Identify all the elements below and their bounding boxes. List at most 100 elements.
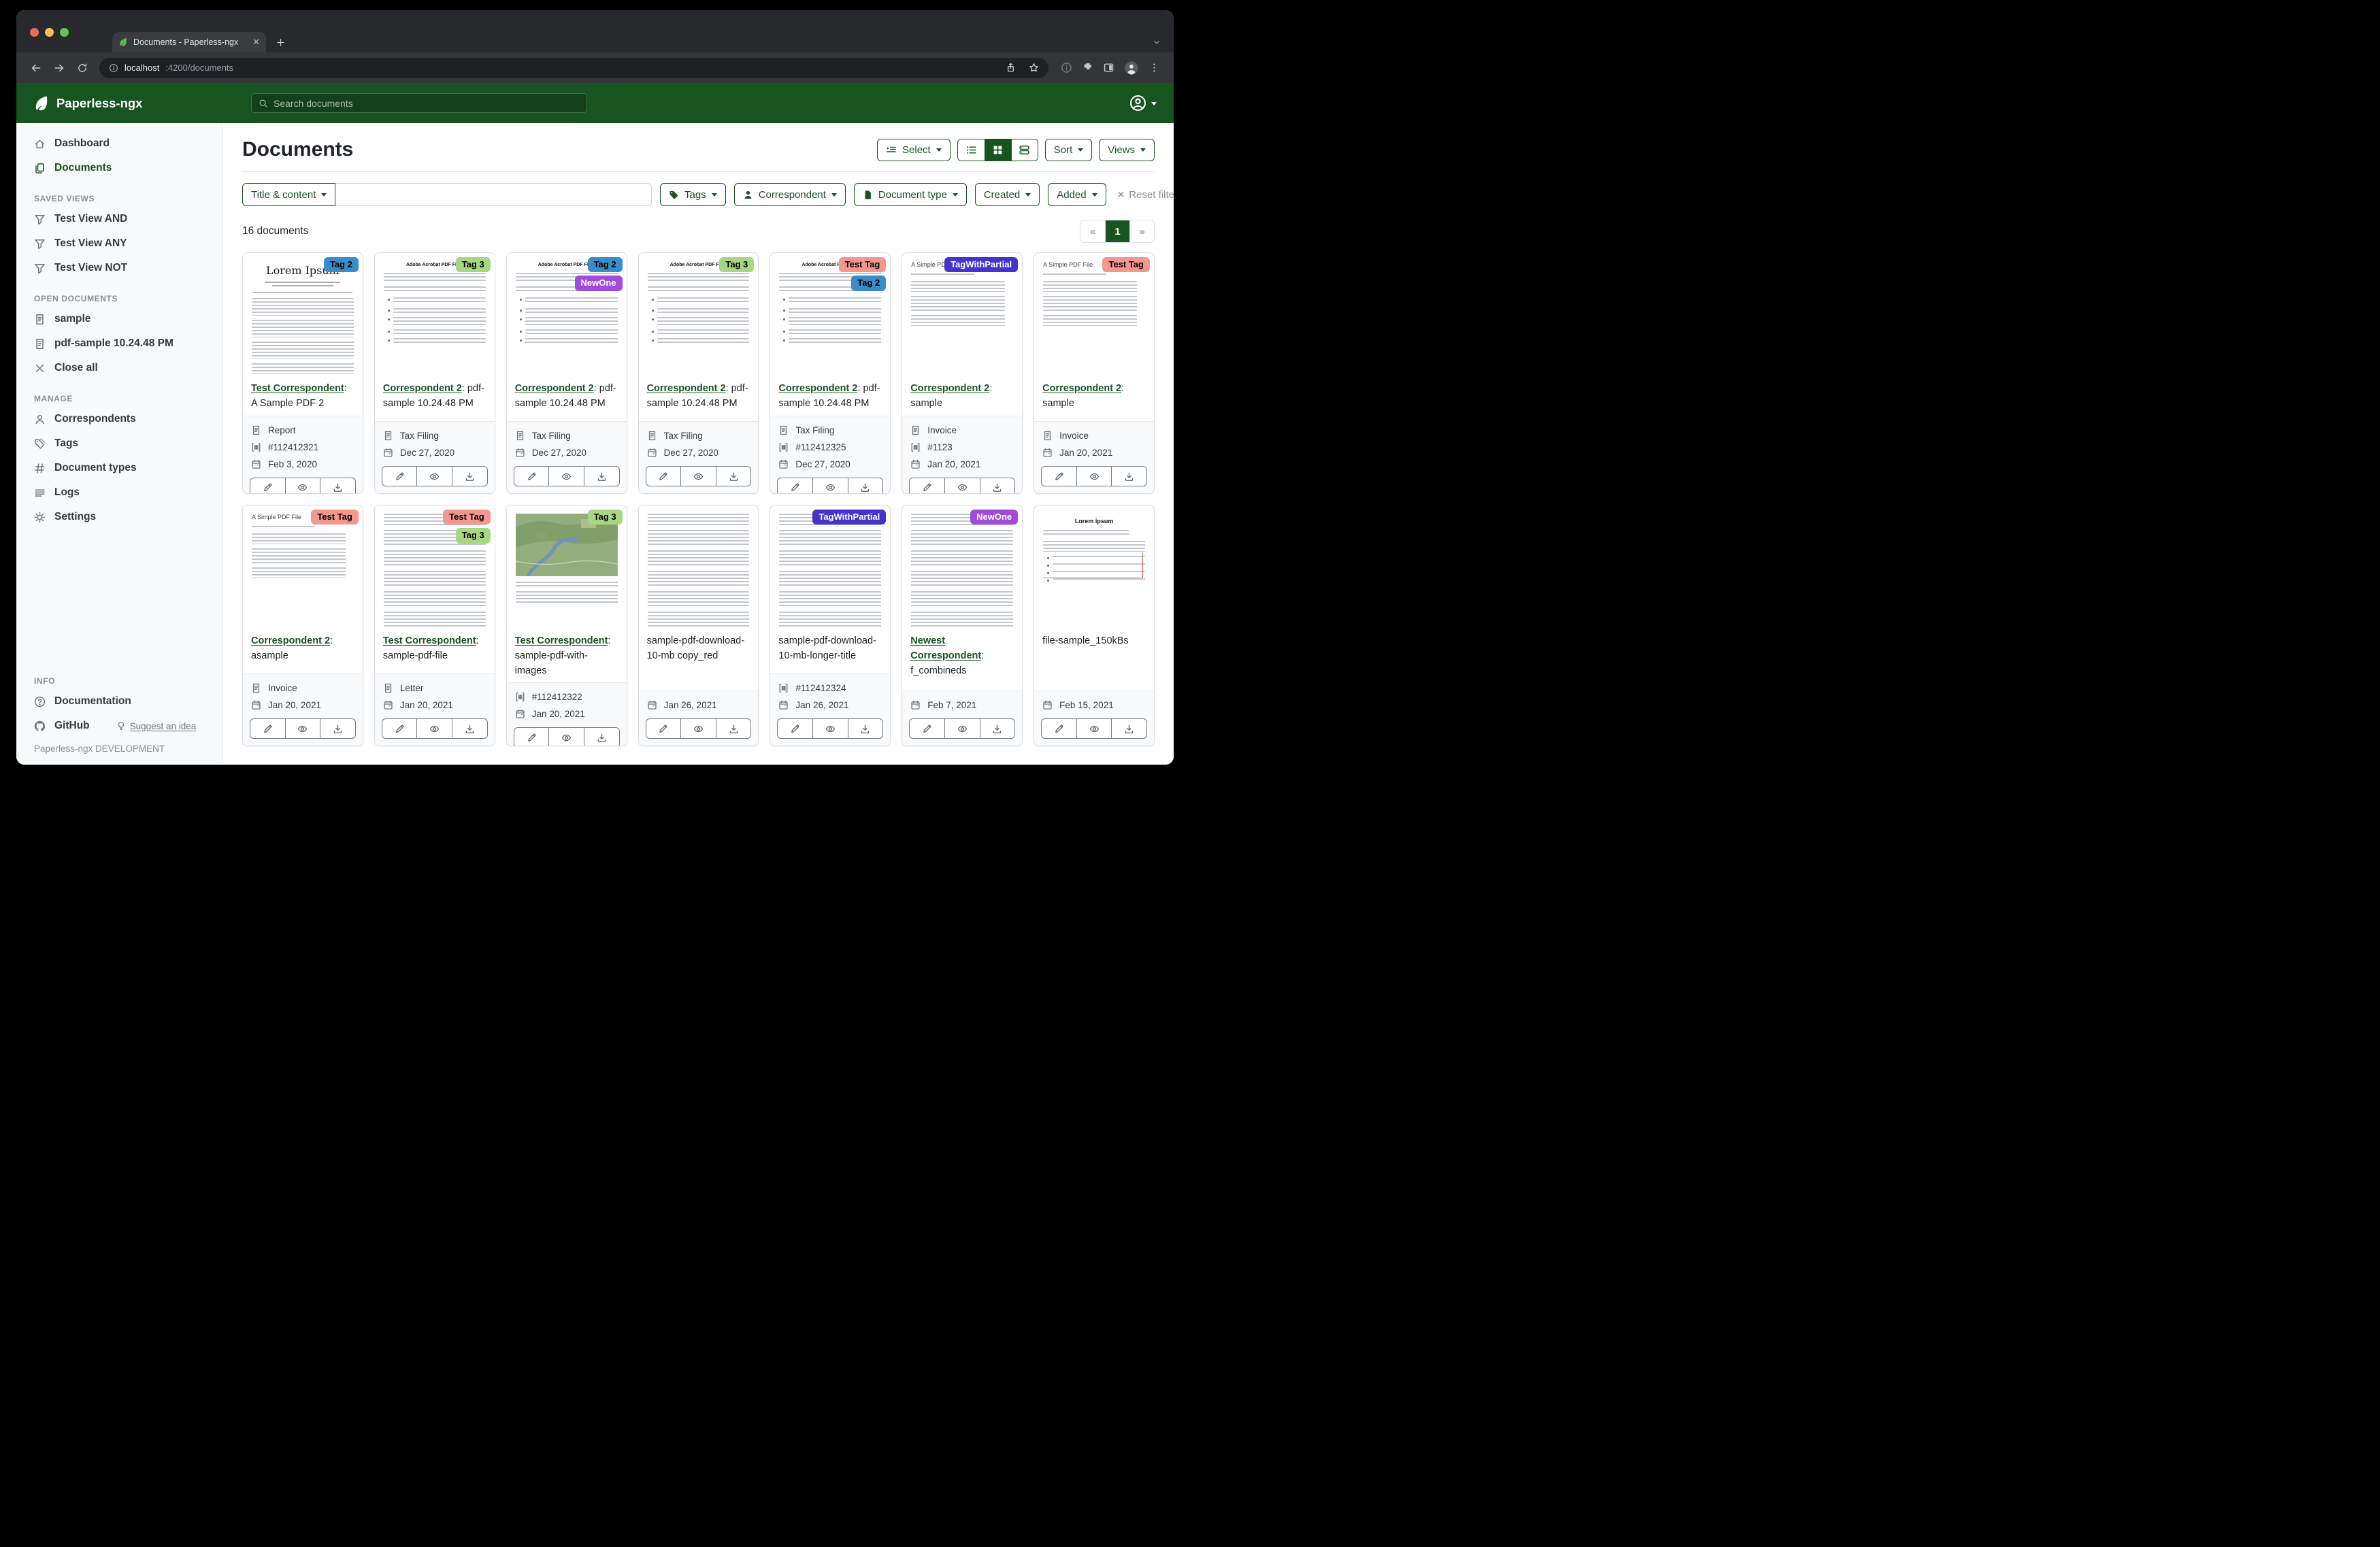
download-button[interactable] <box>452 719 487 738</box>
view-toggle-detail[interactable] <box>1011 139 1038 161</box>
preview-button[interactable] <box>1076 719 1112 738</box>
sidebar-item-pdf-sample-10-24-48-pm[interactable]: pdf-sample 10.24.48 PM <box>16 331 222 356</box>
download-button[interactable] <box>320 478 355 495</box>
tab-close-icon[interactable]: ✕ <box>252 37 260 48</box>
reload-button[interactable] <box>73 59 92 78</box>
browser-menu-icon[interactable] <box>1148 62 1160 73</box>
document-thumbnail[interactable]: Lorem ipsum <box>1034 505 1154 627</box>
document-thumbnail[interactable]: NewOne <box>902 505 1022 627</box>
sidebar-item-settings[interactable]: Settings <box>16 505 222 529</box>
search-input[interactable] <box>274 98 580 109</box>
bookmark-star-icon[interactable] <box>1029 63 1039 73</box>
document-card[interactable]: Adobe Acrobat PDF FilesTag 3Corresponden… <box>374 252 495 494</box>
user-menu[interactable] <box>1129 95 1157 112</box>
document-card[interactable]: Adobe Acrobat PDF FilesTest TagTag 2Corr… <box>770 252 891 494</box>
address-bar[interactable]: localhost :4200/documents <box>99 58 1048 78</box>
document-thumbnail[interactable]: Test TagTag 3 <box>375 505 495 627</box>
edit-button[interactable] <box>910 719 944 738</box>
preview-button[interactable] <box>680 467 716 486</box>
correspondent-link[interactable]: Correspondent 2 <box>515 383 594 394</box>
filter-correspondent-button[interactable]: Correspondent <box>734 183 846 206</box>
preview-button[interactable] <box>944 478 980 495</box>
document-thumbnail[interactable]: Adobe Acrobat PDF FilesTest TagTag 2 <box>770 253 890 374</box>
share-icon[interactable] <box>1006 63 1016 73</box>
tag-badge-test-tag[interactable]: Test Tag <box>443 510 491 525</box>
document-card[interactable]: sample-pdf-download-10-mb copy_redJan 26… <box>638 505 759 746</box>
sort-button[interactable]: Sort <box>1045 139 1093 161</box>
document-card[interactable]: A Simple PDF FileTest TagCorrespondent 2… <box>242 505 363 746</box>
forward-button[interactable] <box>50 59 69 78</box>
browser-profile-avatar[interactable] <box>1124 61 1139 76</box>
pagination-page-1[interactable]: 1 <box>1105 220 1129 242</box>
tag-badge-test-tag[interactable]: Test Tag <box>839 257 887 272</box>
document-card[interactable]: Test TagTag 3Test Correspondent: sample-… <box>374 505 495 746</box>
suggest-an-idea-link[interactable]: Suggest an idea <box>116 721 197 731</box>
correspondent-link[interactable]: Correspondent 2 <box>383 383 462 394</box>
document-thumbnail[interactable]: A Simple PDF FileTagWithPartial <box>902 253 1022 374</box>
edit-button[interactable] <box>250 478 285 495</box>
sidebar-item-github[interactable]: GitHubSuggest an idea <box>16 714 222 738</box>
sidebar-item-documentation[interactable]: Documentation <box>16 689 222 714</box>
sidebar-item-test-view-and[interactable]: Test View AND <box>16 207 222 231</box>
edit-button[interactable] <box>646 467 681 486</box>
document-card[interactable]: Adobe Acrobat PDF FilesTag 2NewOne Corres… <box>506 252 627 494</box>
filter-added-button[interactable]: Added <box>1048 183 1106 206</box>
preview-button[interactable] <box>416 467 452 486</box>
tag-badge-tag-2[interactable]: Tag 2 <box>324 257 359 272</box>
correspondent-link[interactable]: Correspondent 2 <box>1042 383 1121 394</box>
tag-badge-test-tag[interactable]: Test Tag <box>311 510 359 525</box>
download-button[interactable] <box>1111 719 1146 738</box>
reset-filters-button[interactable]: ✕ Reset filters <box>1117 189 1174 201</box>
document-thumbnail[interactable]: Tag 3 <box>507 505 627 627</box>
edit-button[interactable] <box>250 719 285 738</box>
sidebar-item-documents[interactable]: Documents <box>16 156 222 180</box>
download-button[interactable] <box>716 467 751 486</box>
filter-tags-button[interactable]: Tags <box>660 183 726 206</box>
document-thumbnail[interactable]: A Simple PDF FileTest Tag <box>1034 253 1154 374</box>
views-button[interactable]: Views <box>1099 139 1155 161</box>
edit-button[interactable] <box>382 467 417 486</box>
correspondent-link[interactable]: Newest Correspondent <box>910 635 981 661</box>
download-button[interactable] <box>980 478 1015 495</box>
preview-button[interactable] <box>548 728 584 746</box>
split-view-icon[interactable] <box>1103 62 1114 73</box>
sidebar-item-logs[interactable]: Logs <box>16 480 222 505</box>
correspondent-link[interactable]: Correspondent 2 <box>251 635 330 646</box>
preview-button[interactable] <box>285 478 320 495</box>
sidebar-item-document-types[interactable]: Document types <box>16 456 222 480</box>
filter-field-button[interactable]: Title & content <box>242 183 335 206</box>
document-card[interactable]: Lorem IpsumTag 2Test Correspondent: A Sa… <box>242 252 363 494</box>
document-thumbnail[interactable]: Adobe Acrobat PDF FilesTag 2NewOne <box>507 253 627 374</box>
tag-badge-test-tag[interactable]: Test Tag <box>1102 257 1150 272</box>
download-button[interactable] <box>1111 467 1146 486</box>
filter-document-type-button[interactable]: Document type <box>854 183 967 206</box>
document-card[interactable]: Adobe Acrobat PDF FilesTag 3Corresponden… <box>638 252 759 494</box>
correspondent-link[interactable]: Correspondent 2 <box>910 383 989 394</box>
download-button[interactable] <box>716 719 751 738</box>
document-card[interactable]: NewOneNewest Correspondent: f_combinedsF… <box>902 505 1023 746</box>
close-window-button[interactable] <box>30 28 39 37</box>
document-card[interactable]: A Simple PDF FileTagWithPartial Correspon… <box>902 252 1023 494</box>
tag-badge-tag-3[interactable]: Tag 3 <box>719 257 754 272</box>
preview-button[interactable] <box>1076 467 1112 486</box>
document-card[interactable]: A Simple PDF FileTest Tag Correspondent 2… <box>1034 252 1155 494</box>
sidebar-item-test-view-not[interactable]: Test View NOT <box>16 256 222 280</box>
preview-button[interactable] <box>812 719 848 738</box>
edit-button[interactable] <box>910 478 944 495</box>
tag-badge-tagwithpartial[interactable]: TagWithPartial <box>812 510 886 525</box>
browser-tab[interactable]: Documents - Paperless-ngx ✕ <box>112 32 266 52</box>
preview-button[interactable] <box>944 719 980 738</box>
preview-button[interactable] <box>680 719 716 738</box>
tag-badge-tag-2[interactable]: Tag 2 <box>851 276 886 290</box>
document-card[interactable]: Tag 3Test Correspondent: sample-pdf-with… <box>506 505 627 746</box>
new-tab-button[interactable] <box>276 37 286 48</box>
tag-badge-tag-3[interactable]: Tag 3 <box>456 257 491 272</box>
document-thumbnail[interactable] <box>639 505 759 627</box>
correspondent-link[interactable]: Test Correspondent <box>515 635 608 646</box>
edit-button[interactable] <box>514 467 549 486</box>
extension-badge-icon[interactable] <box>1061 62 1072 73</box>
sidebar-item-test-view-any[interactable]: Test View ANY <box>16 231 222 256</box>
tag-badge-tag-3[interactable]: Tag 3 <box>588 510 623 525</box>
download-button[interactable] <box>584 467 619 486</box>
edit-button[interactable] <box>778 478 812 495</box>
